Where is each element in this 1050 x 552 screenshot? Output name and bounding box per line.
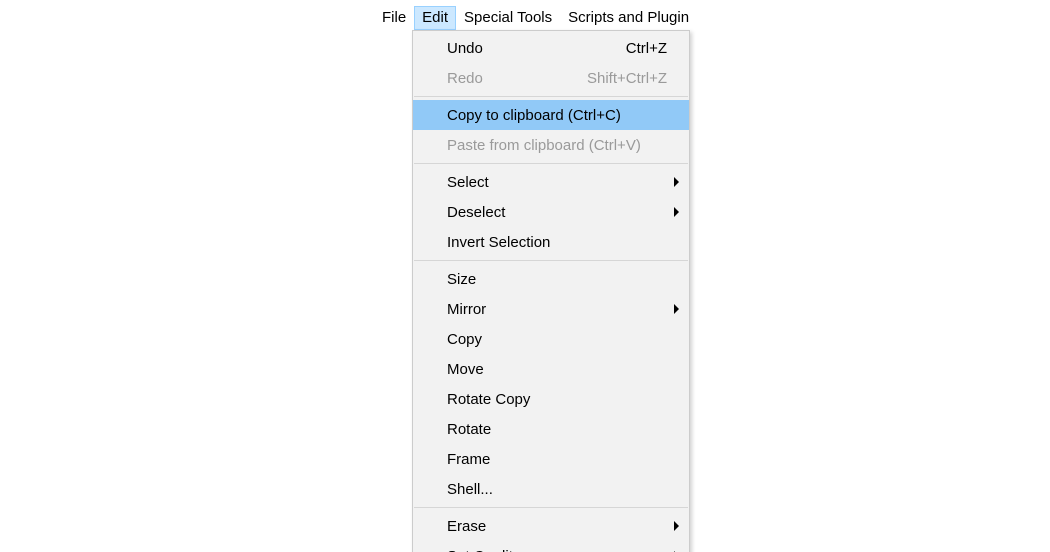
menubar: FileEditSpecial ToolsScripts and Plugin (374, 6, 697, 30)
menu-item-rotate[interactable]: Rotate (413, 414, 689, 444)
menu-item-undo[interactable]: Undo Ctrl+Z (413, 33, 689, 63)
menu-item-label: Shell... (447, 481, 667, 498)
menu-item-label: Select (447, 174, 667, 191)
menu-item-label: Set Quality (447, 548, 667, 552)
menu-item-mirror[interactable]: Mirror (413, 294, 689, 324)
menubar-item-edit[interactable]: Edit (414, 6, 456, 30)
menu-item-copy[interactable]: Copy (413, 324, 689, 354)
chevron-right-icon (674, 304, 679, 314)
chevron-right-icon (674, 177, 679, 187)
menubar-item-scripts-and-plugin[interactable]: Scripts and Plugin (560, 6, 697, 30)
edit-dropdown-menu: Undo Ctrl+Z Redo Shift+Ctrl+Z Copy to clipbo… (412, 30, 690, 552)
menu-item-accelerator: Ctrl+Z (626, 40, 667, 57)
menu-item-select[interactable]: Select (413, 167, 689, 197)
menu-item-frame[interactable]: Frame (413, 444, 689, 474)
menu-item-paste-from-clipboard-ctrl-v: Paste from clipboard (Ctrl+V) (413, 130, 689, 160)
chevron-right-icon (674, 207, 679, 217)
menu-item-deselect[interactable]: Deselect (413, 197, 689, 227)
menu-item-rotate-copy[interactable]: Rotate Copy (413, 384, 689, 414)
menu-item-label: Frame (447, 451, 667, 468)
menu-item-label: Undo (447, 40, 614, 57)
menu-separator (414, 96, 688, 97)
menu-item-label: Mirror (447, 301, 667, 318)
menu-item-shell[interactable]: Shell... (413, 474, 689, 504)
menu-separator (414, 507, 688, 508)
menu-item-label: Copy (447, 331, 667, 348)
menu-item-accelerator: Shift+Ctrl+Z (587, 70, 667, 87)
menu-item-label: Copy to clipboard (Ctrl+C) (447, 107, 667, 124)
menu-item-label: Rotate Copy (447, 391, 667, 408)
menu-item-move[interactable]: Move (413, 354, 689, 384)
menu-item-copy-to-clipboard-ctrl-c[interactable]: Copy to clipboard (Ctrl+C) (413, 100, 689, 130)
menubar-item-file[interactable]: File (374, 6, 414, 30)
menu-item-label: Paste from clipboard (Ctrl+V) (447, 137, 667, 154)
menu-item-label: Rotate (447, 421, 667, 438)
menu-item-label: Redo (447, 70, 575, 87)
menu-item-redo: Redo Shift+Ctrl+Z (413, 63, 689, 93)
menu-item-label: Erase (447, 518, 667, 535)
menu-item-erase[interactable]: Erase (413, 511, 689, 541)
menu-item-label: Deselect (447, 204, 667, 221)
menu-separator (414, 260, 688, 261)
app-viewport: FileEditSpecial ToolsScripts and Plugin … (0, 0, 1050, 552)
menu-item-set-quality[interactable]: Set Quality (413, 541, 689, 552)
menu-item-label: Invert Selection (447, 234, 667, 251)
menu-item-label: Move (447, 361, 667, 378)
chevron-right-icon (674, 521, 679, 531)
menu-item-label: Size (447, 271, 667, 288)
menu-item-size[interactable]: Size (413, 264, 689, 294)
menu-separator (414, 163, 688, 164)
menubar-item-special-tools[interactable]: Special Tools (456, 6, 560, 30)
menu-item-invert-selection[interactable]: Invert Selection (413, 227, 689, 257)
